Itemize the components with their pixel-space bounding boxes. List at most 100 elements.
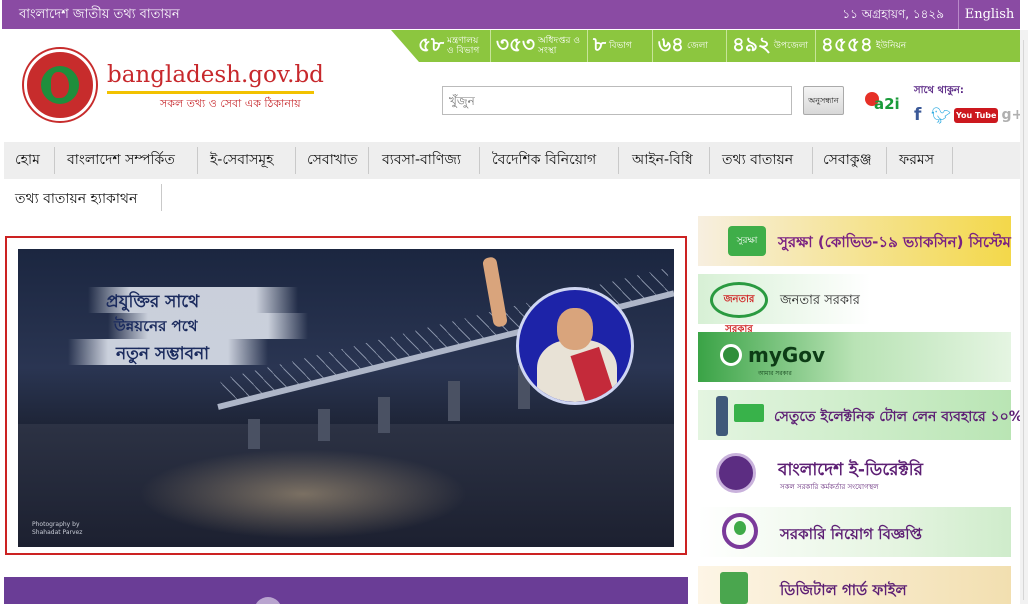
site-logo-text[interactable]: bangladesh.gov.bd (107, 62, 324, 88)
stat-label: জেলা (686, 41, 708, 51)
a2i-label: a2i (874, 95, 900, 113)
nav-item-foreign-investment[interactable]: বৈদেশিক বিনিয়োগ (492, 142, 596, 179)
e-directory-sublabel: সকল সরকারি কর্মকর্তার সংযোগস্থল (780, 483, 879, 491)
hero-slide[interactable]: প্রযুক্তির সাথে উন্নয়নের পথে নতুন সম্ভা… (18, 249, 674, 547)
stat-label: অধিদপ্তর ও সংস্থা (537, 36, 580, 56)
stat-number: ৪৫৫৪ (820, 31, 873, 56)
stat-ministries[interactable]: ৫৮ মন্ত্রণালয় ও বিভাগ (413, 30, 491, 62)
e-directory-person-icon (716, 453, 756, 493)
nav-item-about[interactable]: বাংলাদেশ সম্পর্কিত (67, 142, 175, 179)
portrait-face (557, 308, 593, 350)
bridge-pier (248, 419, 260, 449)
next-section-banner[interactable] (4, 577, 688, 604)
toll-discount-banner[interactable]: সেতুতে ইলেক্টনিক টোল লেন ব্যবহারে ১০% ছা… (698, 390, 1028, 440)
youtube-icon[interactable]: You Tube (954, 107, 999, 123)
nav-separator (952, 147, 953, 174)
toll-card-icon (734, 404, 764, 422)
stat-label: উপজেলা (773, 41, 809, 51)
scrollbar-track (1023, 40, 1024, 600)
nav-separator (54, 147, 55, 174)
nav-item-info-portal[interactable]: তথ্য বাতায়ন (722, 142, 793, 179)
toll-discount-label: সেতুতে ইলেক্টনিক টোল লেন ব্যবহারে ১০% ছা… (774, 409, 1028, 425)
surokkha-shield-icon: সুরক্ষা (728, 226, 766, 256)
twitter-icon[interactable]: 🐦︎ (931, 106, 951, 125)
stat-districts[interactable]: ৬৪ জেলা (653, 30, 727, 62)
mygov-banner[interactable]: myGov আমার সরকার (698, 332, 1011, 382)
social-links: সাথে থাকুন: f 🐦︎ You Tube g+ (914, 83, 1023, 125)
nav-separator (709, 147, 710, 174)
search-button[interactable]: অনুসন্ধান (803, 86, 844, 115)
nav-separator (886, 147, 887, 174)
e-directory-banner[interactable]: বাংলাদেশ ই-ডিরেক্টরি সকল সরকারি কর্মকর্ত… (698, 449, 1011, 499)
jonotar-sarkar-label: জনতার সরকার (780, 293, 860, 308)
stat-number: ৫৮ (418, 31, 444, 56)
bridge-pier (448, 381, 460, 421)
mygov-sublabel: আমার সরকার (758, 370, 792, 377)
stat-departments[interactable]: ৩৫৩ অধিদপ্তর ও সংস্থা (491, 30, 588, 62)
nav-separator (161, 184, 162, 211)
stat-label: ইউনিয়ন (875, 41, 907, 51)
banner-arch (254, 597, 282, 604)
page-scrollbar[interactable] (1020, 30, 1028, 604)
site-name: বাংলাদেশ জাতীয় তথ্য বাতায়ন (19, 7, 180, 22)
a2i-logo-icon[interactable]: a2i (862, 88, 900, 114)
date-display: ১১ অগ্রহায়ণ, ১৪২৯ (842, 7, 944, 21)
nav-separator (479, 147, 480, 174)
stat-label: বিভাগ (608, 41, 632, 51)
caption-line-3: নতুন সম্ভাবনা (116, 344, 210, 364)
stat-number: ৪৯২ (731, 31, 771, 56)
facebook-icon[interactable]: f (914, 105, 928, 125)
stat-unions[interactable]: ৪৫৫৪ ইউনিয়ন (816, 30, 921, 62)
nav-separator (618, 147, 619, 174)
stat-number: ৩৫৩ (495, 31, 535, 56)
stat-divisions[interactable]: ৮ বিভাগ (588, 30, 653, 62)
jonotar-sarkar-logo-icon: জনতার সরকার (710, 282, 768, 335)
recruitment-person-icon (734, 521, 746, 535)
light-reflection (138, 449, 468, 539)
nav-item-hackathon[interactable]: তথ্য বাতায়ন হ্যাকাথন (15, 187, 137, 211)
stat-number: ৮ (592, 31, 606, 56)
guard-file-label: ডিজিটাল গার্ড ফাইল (780, 581, 907, 599)
nav-item-sebakunjo[interactable]: সেবাকুঞ্জ (823, 142, 872, 179)
guard-file-folder-icon (720, 572, 748, 604)
main-nav: হোম বাংলাদেশ সম্পর্কিত ই-সেবাসমূহ সেবাখা… (4, 142, 1024, 179)
photo-credit: Photography by Shahadat Parvez (32, 521, 83, 536)
nav-item-eservices[interactable]: ই-সেবাসমূহ (210, 142, 274, 179)
stats-bar: ৫৮ মন্ত্রণালয় ও বিভাগ ৩৫৩ অধিদপ্তর ও সং… (391, 30, 1028, 62)
stat-label: মন্ত্রণালয় ও বিভাগ (446, 36, 480, 56)
recruitment-label: সরকারি নিয়োগ বিজ্ঞপ্তি (780, 525, 922, 543)
stat-number: ৬৪ (657, 31, 684, 56)
nav-item-home[interactable]: হোম (15, 142, 40, 179)
slide-caption: প্রযুক্তির সাথে উন্নয়নের পথে নতুন সম্ভা… (68, 287, 308, 367)
site-tagline: সকল তথ্য ও সেবা এক ঠিকানায় (160, 97, 301, 110)
nav-separator (197, 147, 198, 174)
nav-item-service-sectors[interactable]: সেবাখাত (307, 142, 358, 179)
search-input[interactable] (442, 86, 792, 115)
bangladesh-map-icon (51, 72, 69, 98)
caption-line-1: প্রযুক্তির সাথে (106, 292, 200, 312)
bridge-pier (378, 397, 390, 433)
social-title: সাথে থাকুন: (914, 85, 964, 96)
stat-upazilas[interactable]: ৪৯২ উপজেলা (727, 30, 816, 62)
language-toggle[interactable]: English (958, 0, 1020, 29)
bridge-pier (318, 409, 330, 441)
guard-file-banner[interactable]: ডিজিটাল গার্ড ফাইল (698, 566, 1011, 604)
surokkha-banner[interactable]: সুরক্ষা সুরক্ষা (কোভিড-১৯ ভ্যাকসিন) সিস্… (698, 216, 1011, 266)
toll-device-icon (716, 396, 728, 436)
nav-item-business[interactable]: ব্যবসা-বাণিজ্য (382, 142, 461, 179)
jonotar-sarkar-banner[interactable]: জনতার সরকার জনতার সরকার (698, 274, 1011, 335)
nav-separator (295, 147, 296, 174)
top-bar: বাংলাদেশ জাতীয় তথ্য বাতায়ন ১১ অগ্রহায়… (2, 0, 1020, 29)
caption-line-2: উন্নয়নের পথে (114, 317, 198, 335)
mygov-logo-icon (720, 344, 742, 366)
surokkha-label: সুরক্ষা (কোভিড-১৯ ভ্যাকসিন) সিস্টেম (778, 233, 1011, 251)
logo-underline (107, 91, 314, 94)
recruitment-banner[interactable]: সরকারি নিয়োগ বিজ্ঞপ্তি (698, 507, 1011, 557)
mygov-label: myGov (748, 343, 826, 367)
nav-separator (368, 147, 369, 174)
nav-item-forms[interactable]: ফরমস (899, 142, 934, 179)
nav-separator (812, 147, 813, 174)
prime-minister-portrait (516, 287, 634, 405)
nav-item-law[interactable]: আইন-বিধি (632, 142, 693, 179)
government-emblem-icon[interactable] (24, 49, 96, 121)
